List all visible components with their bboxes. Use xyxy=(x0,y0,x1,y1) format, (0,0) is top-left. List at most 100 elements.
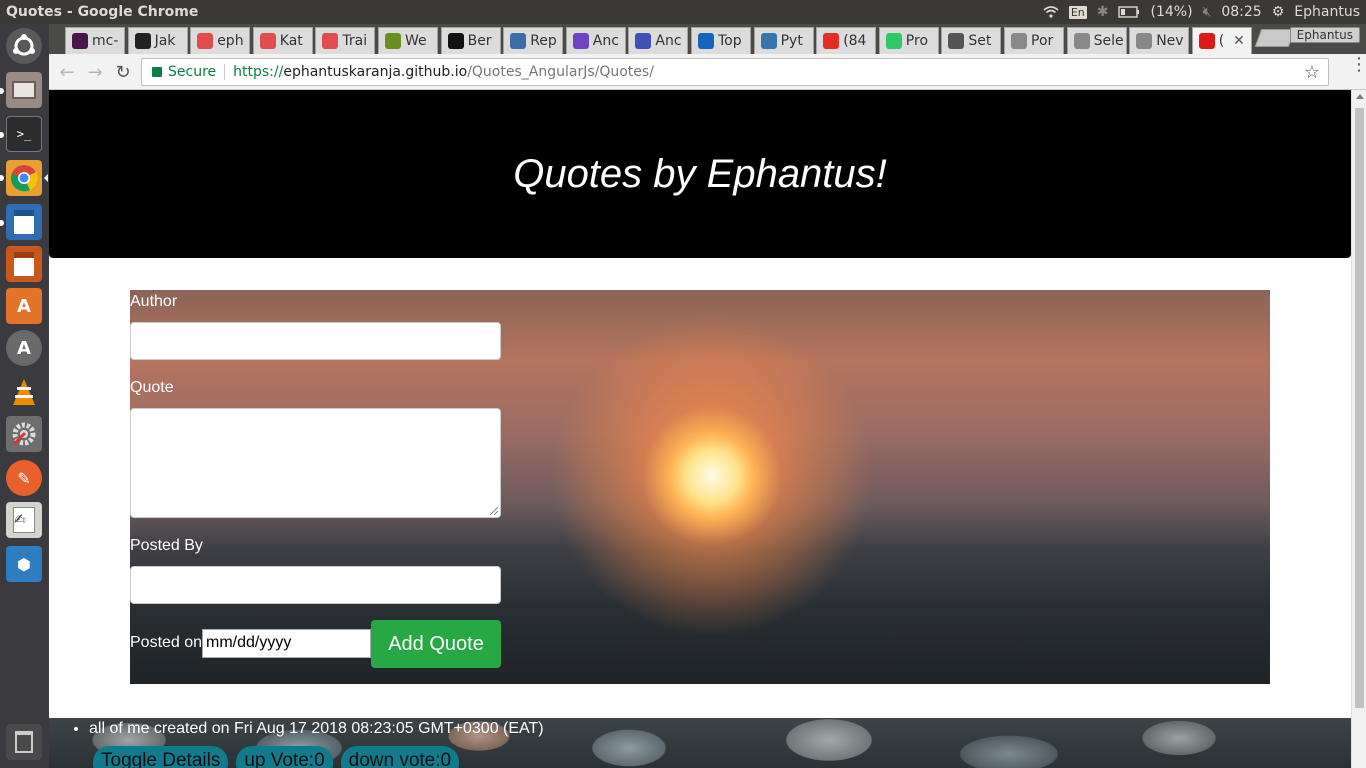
quotes-list: all of me created on Fri Aug 17 2018 08:… xyxy=(71,720,544,738)
tab-label: Anc xyxy=(655,33,682,49)
tab-label: Trai xyxy=(342,33,368,49)
running-indicator xyxy=(0,88,4,94)
tab-9[interactable]: Anc xyxy=(628,27,689,54)
battery-percent: (14%) xyxy=(1150,4,1193,20)
tab-label: Pro xyxy=(905,33,929,49)
tab-18[interactable]: (✕ xyxy=(1191,27,1252,54)
upvote-button[interactable]: up Vote:0 xyxy=(236,746,333,768)
back-button[interactable]: ← xyxy=(55,60,79,84)
tab-label: Top xyxy=(718,33,742,49)
settings-gear-icon[interactable]: ⚙ xyxy=(1272,4,1285,20)
tab-5[interactable]: We xyxy=(378,27,438,54)
tab-label: Nev xyxy=(1156,33,1184,49)
scrollbar-thumb[interactable] xyxy=(1355,108,1364,708)
tab-7[interactable]: Rep xyxy=(503,27,564,54)
tab-label: Sele xyxy=(1093,33,1124,49)
tab-label: Por xyxy=(1031,33,1054,49)
system-tray: En ✱ (14%) 🔇︎ 08:25 ⚙ Ephantus xyxy=(1043,4,1366,20)
downvote-button[interactable]: down vote:0 xyxy=(340,746,460,768)
tab-17[interactable]: Nev xyxy=(1129,27,1190,54)
python-icon xyxy=(760,33,777,49)
youtube-icon xyxy=(823,33,840,49)
focused-indicator xyxy=(44,174,48,182)
terminal-icon[interactable]: >_ xyxy=(6,116,42,152)
toggle-details-button[interactable]: Toggle Details xyxy=(93,746,229,768)
tab-2[interactable]: eph xyxy=(190,27,251,54)
forward-button[interactable]: → xyxy=(83,60,107,84)
battery-icon[interactable] xyxy=(1118,5,1140,19)
window-title: Quotes - Google Chrome xyxy=(6,4,199,20)
close-tab-icon[interactable]: ✕ xyxy=(1233,33,1251,49)
e-icon xyxy=(698,33,714,49)
tab-12[interactable]: (84 xyxy=(816,27,877,54)
software-center-icon[interactable]: A xyxy=(6,288,42,324)
page-icon xyxy=(1011,33,1027,49)
system-settings-icon[interactable] xyxy=(6,416,42,452)
files-icon[interactable] xyxy=(6,72,42,108)
github-icon xyxy=(447,33,464,49)
tab-10[interactable]: Top xyxy=(691,27,751,54)
user-name[interactable]: Ephantus xyxy=(1294,4,1360,20)
tab-13[interactable]: Pro xyxy=(878,27,939,54)
tab-8[interactable]: Anc xyxy=(565,27,626,54)
tab-label: Jak xyxy=(154,33,176,49)
posted-on-date-input[interactable]: mm/dd/yyyy xyxy=(202,629,371,658)
volume-muted-icon[interactable]: 🔇︎ xyxy=(1203,4,1212,20)
tab-label: mc- xyxy=(92,33,119,49)
tab-label: Ber xyxy=(467,33,492,49)
tab-6[interactable]: Ber xyxy=(440,27,501,54)
tab-label: eph xyxy=(217,33,244,49)
tab-14[interactable]: Set xyxy=(941,27,1002,54)
vscode-icon[interactable]: ⬢ xyxy=(6,546,42,582)
author-input[interactable] xyxy=(130,322,501,360)
tab-15[interactable]: Por xyxy=(1004,27,1064,54)
lock-icon[interactable] xyxy=(152,67,162,77)
address-bar[interactable]: Secure https:// ephantuskaranja.github.i… xyxy=(141,58,1329,86)
quote-textarea[interactable] xyxy=(130,408,501,518)
vlc-icon[interactable] xyxy=(6,374,42,410)
scroll-up-arrow-icon[interactable] xyxy=(1356,94,1364,99)
tab-0[interactable]: mc- xyxy=(65,27,125,54)
bookmark-star-icon[interactable]: ☆ xyxy=(1304,62,1320,83)
secure-label[interactable]: Secure xyxy=(168,64,216,80)
quote-form: Author Quote Posted By Posted on mm/dd/y… xyxy=(130,290,1270,684)
bluetooth-icon[interactable]: ✱ xyxy=(1097,4,1109,20)
square-icon xyxy=(134,33,151,49)
clock[interactable]: 08:25 xyxy=(1221,4,1261,20)
chrome-icon[interactable] xyxy=(6,160,42,196)
resize-handle-icon[interactable] xyxy=(490,507,498,515)
tab-16[interactable]: Sele xyxy=(1066,27,1127,54)
page-title: Quotes by Ephantus! xyxy=(513,151,887,196)
running-indicator xyxy=(0,175,4,181)
impress-icon[interactable] xyxy=(6,246,42,282)
angular-icon xyxy=(1198,33,1215,49)
system-top-bar: Quotes - Google Chrome En ✱ (14%) 🔇︎ 08:… xyxy=(0,0,1366,24)
menu-dots-icon[interactable]: ⋮ xyxy=(1350,56,1366,74)
add-quote-button[interactable]: Add Quote xyxy=(371,620,501,668)
tab-1[interactable]: Jak xyxy=(127,27,188,54)
profile-button[interactable]: Ephantus xyxy=(1289,27,1360,43)
software-updater-icon[interactable]: A xyxy=(6,330,42,366)
text-editor-icon[interactable]: ✍ xyxy=(6,502,42,538)
tab-label: Kat xyxy=(279,33,303,49)
trash-icon[interactable] xyxy=(6,724,42,760)
gear-icon xyxy=(635,33,652,49)
tab-11[interactable]: Pyt xyxy=(753,27,814,54)
quotes-list-section: all of me created on Fri Aug 17 2018 08:… xyxy=(49,718,1351,768)
app-icon-orange-pen[interactable]: ✎ xyxy=(6,460,42,496)
posted-by-input[interactable] xyxy=(130,566,501,604)
tab-4[interactable]: Trai xyxy=(315,27,376,54)
tab-label: ( xyxy=(1218,33,1225,49)
ubuntu-dash-icon[interactable] xyxy=(6,28,42,64)
tree-icon xyxy=(385,33,401,49)
list-icon xyxy=(572,33,589,49)
writer-icon[interactable] xyxy=(6,204,42,240)
circle-icon xyxy=(510,33,527,49)
page-scrollbar[interactable] xyxy=(1351,90,1366,768)
wifi-icon[interactable] xyxy=(1043,5,1059,19)
tab-3[interactable]: Kat xyxy=(252,27,313,54)
reload-button[interactable]: ↻ xyxy=(111,60,135,84)
running-indicator xyxy=(0,132,4,138)
quote-actions: Toggle Details up Vote:0 down vote:0 xyxy=(93,746,460,768)
keyboard-indicator[interactable]: En xyxy=(1068,5,1087,19)
